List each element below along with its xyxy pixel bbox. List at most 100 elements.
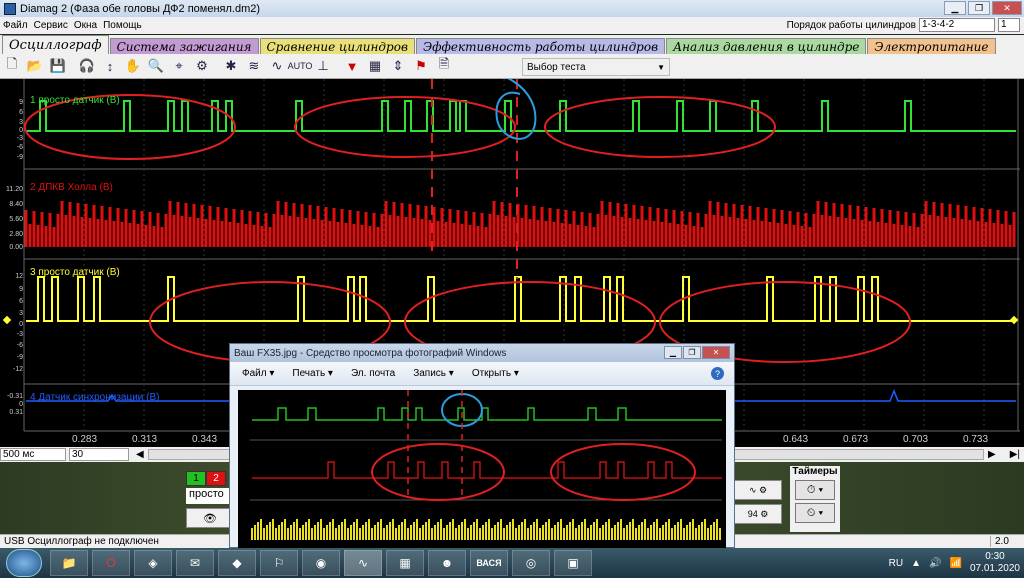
tab-pressure-analysis[interactable]: Анализ давления в цилиндре [666,38,867,54]
explorer-icon[interactable]: 📁 [50,550,88,576]
vasya-diagnost-icon[interactable]: ВАСЯ [470,550,508,576]
viewer-menu-print[interactable]: Печать ▾ [292,368,333,379]
headphones-icon[interactable]: 🎧 [77,56,97,76]
app-icon [4,2,16,15]
table-icon[interactable]: ▦ [365,56,385,76]
volume-icon[interactable]: 🔊 [929,558,941,569]
scroll-left-icon[interactable]: ◀ [136,449,144,460]
x-tick: 0.643 [783,434,809,445]
photo-yellow-trace [251,519,721,540]
channel-2-label: 2 ДПКВ Холла (В) [30,182,113,193]
app-icon-6[interactable]: ▦ [386,550,424,576]
wave-settings-icon[interactable]: ∿ ⚙ [734,480,782,500]
viewer-maximize-button[interactable]: ❐ [683,346,701,359]
ch3-ytick: -12 [12,366,23,373]
page-icon[interactable]: 🗎 [434,56,454,76]
ch2-ytick: 5.60 [9,216,23,223]
timer-stop-button[interactable]: ⏲ ▾ [795,503,835,523]
wave-sum-icon[interactable]: ≋ [244,56,264,76]
tab-oscilloscope[interactable]: Осциллограф [2,35,109,54]
close-button[interactable]: ✕ [992,1,1022,15]
chevron-down-icon: ▼ [657,62,665,72]
app-icon-5[interactable]: ◉ [302,550,340,576]
app-icon-3[interactable]: ◆ [218,550,256,576]
cursor-icon[interactable]: ✱ [221,56,241,76]
frame-count-select[interactable]: 30 [69,448,129,461]
filter-icon[interactable]: ⚙ [192,56,212,76]
panel-buttons: ∿ ⚙ 94 ⚙ [734,480,782,524]
clock[interactable]: 0:30 07.01.2020 [970,551,1020,575]
tab-cylinder-efficiency[interactable]: Эффективность работы цилиндров [415,38,666,54]
ch1-ytick: 0 [19,127,23,134]
ch1-ytick: 6 [19,109,23,116]
menu-windows[interactable]: Окна [74,20,97,31]
auto-icon[interactable]: AUTO [288,56,313,76]
menu-file[interactable]: Файл [3,20,28,31]
scale-arrows-icon[interactable]: ↕ [100,56,120,76]
annotation-circle [544,96,776,158]
trigger-icon[interactable]: ⊥ [313,56,333,76]
status-text: USB Осциллограф не подключен [4,536,159,547]
app-icon-7[interactable]: ☻ [428,550,466,576]
app-icon-4[interactable]: ⚐ [260,550,298,576]
play-icon[interactable]: ▶ [988,449,996,460]
photo-viewer-taskbar-icon[interactable]: ▣ [554,550,592,576]
ch1-ytick: -3 [16,135,23,142]
channel-filter-icon[interactable]: ▼ [342,56,362,76]
test-select[interactable]: Выбор теста ▼ [522,58,670,76]
channel-2-button[interactable]: 2 [206,471,226,486]
wave-compare-icon[interactable]: ∿ [267,56,287,76]
timebase-select[interactable]: 500 мс [0,448,66,461]
tab-cylinder-comparison[interactable]: Сравнение цилиндров [259,38,415,54]
open-folder-icon[interactable]: 📂 [25,56,45,76]
tab-power-supply[interactable]: Электропитание [867,38,996,54]
sensor-type-field[interactable]: просто [186,488,234,504]
auto-settings-icon[interactable]: 94 ⚙ [734,504,782,524]
opera-icon[interactable]: ⭘ [92,550,130,576]
maximize-button[interactable]: ❐ [968,1,990,15]
language-indicator[interactable]: RU [889,558,903,569]
minimize-button[interactable]: ▁ [944,1,966,15]
viewer-minimize-button[interactable]: ▁ [664,346,682,359]
cylinder-count-spinner[interactable]: 1 [998,18,1020,32]
help-icon[interactable]: ? [711,367,724,380]
viewer-menu-open[interactable]: Открыть ▾ [472,368,519,379]
network-icon[interactable]: 📶 [949,558,961,569]
tray-arrow-icon[interactable]: ▲ [911,558,921,569]
eye-icon[interactable]: 👁 [186,508,234,528]
ch1-ytick: -9 [16,154,23,161]
channel-1-button[interactable]: 1 [186,471,206,486]
photo-viewer-titlebar: Ваш FX35.jpg - Средство просмотра фотогр… [230,344,734,362]
ch4-ytick: -0.31 [7,393,23,400]
timer-clock-button[interactable]: ⏱ ▾ [795,480,835,500]
viewer-close-button[interactable]: ✕ [702,346,730,359]
save-icon[interactable]: 💾 [48,56,68,76]
photo-viewer-window[interactable]: Ваш FX35.jpg - Средство просмотра фотогр… [229,343,735,549]
ch3-ytick: -9 [16,354,23,361]
flag-icon[interactable]: ⚑ [411,56,431,76]
app-icon-8[interactable]: ◎ [512,550,550,576]
window-title: Diamag 2 (Фаза обе головы ДФ2 поменял.dm… [20,2,261,15]
tab-ignition-system[interactable]: Система зажигания [109,38,259,54]
menu-service[interactable]: Сервис [34,20,68,31]
viewer-menu-email[interactable]: Эл. почта [351,368,395,379]
channel-3-trace [26,276,1016,322]
photo-viewer-title: Ваш FX35.jpg - Средство просмотра фотогр… [234,347,507,359]
step-forward-icon[interactable]: ▶| [1010,449,1020,460]
marker-icon[interactable]: ⌖ [169,56,189,76]
timers-label: Таймеры [792,466,838,477]
timebase-value: 500 мс [3,449,35,460]
channel-1-label: 1 просто датчик (В) [30,95,120,106]
cylinder-order-select[interactable]: 1-3-4-2 [919,18,995,32]
diamag-taskbar-icon[interactable]: ∿ [344,550,382,576]
start-button[interactable] [6,549,42,577]
app-icon-2[interactable]: ✉ [176,550,214,576]
hand-icon[interactable]: ✋ [123,56,143,76]
split-icon[interactable]: ⇕ [388,56,408,76]
viewer-menu-burn[interactable]: Запись ▾ [413,368,454,379]
viewer-menu-file[interactable]: Файл ▾ [242,368,274,379]
new-file-icon[interactable]: 🗋 [2,56,22,76]
app-icon-1[interactable]: ◈ [134,550,172,576]
zoom-icon[interactable]: 🔍 [146,56,166,76]
menu-help[interactable]: Помощь [103,20,142,31]
